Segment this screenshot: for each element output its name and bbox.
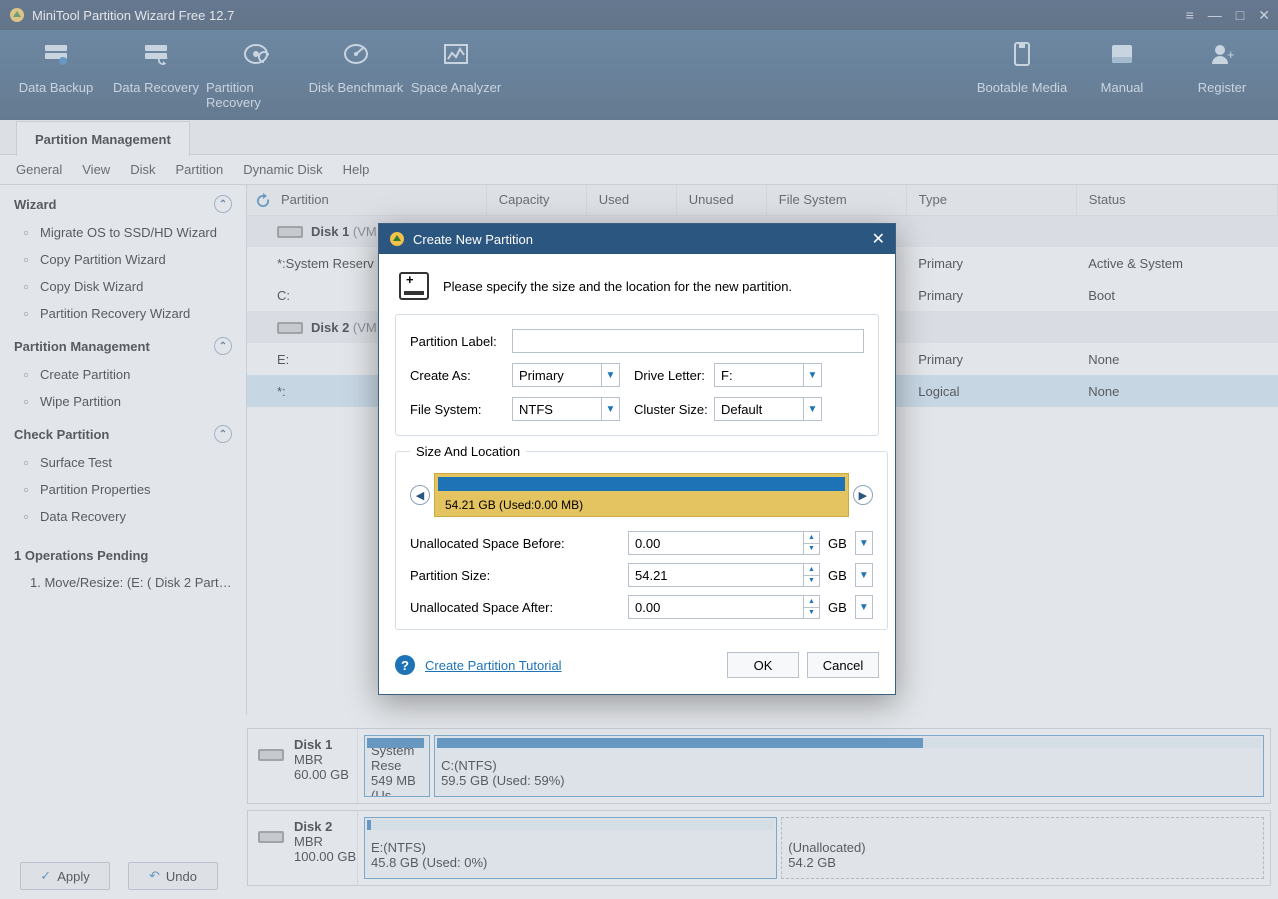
unit-dropdown[interactable]: ▼ bbox=[855, 595, 873, 619]
space-before-input[interactable]: 0.00▲▼ bbox=[628, 531, 820, 555]
create-partition-icon bbox=[399, 272, 429, 300]
create-partition-dialog: Create New Partition ✕ Please specify th… bbox=[378, 223, 896, 695]
space-before-label: Unallocated Space Before: bbox=[410, 536, 628, 551]
spin-up-icon[interactable]: ▲ bbox=[804, 532, 819, 544]
dialog-titlebar: Create New Partition ✕ bbox=[379, 224, 895, 254]
partition-size-input[interactable]: 54.21▲▼ bbox=[628, 563, 820, 587]
unit-dropdown[interactable]: ▼ bbox=[855, 563, 873, 587]
help-icon[interactable]: ? bbox=[395, 655, 415, 675]
space-after-input[interactable]: 0.00▲▼ bbox=[628, 595, 820, 619]
spin-down-icon[interactable]: ▼ bbox=[804, 576, 819, 587]
partition-slider[interactable]: 54.21 GB (Used:0.00 MB) bbox=[434, 473, 849, 517]
chevron-down-icon: ▼ bbox=[803, 364, 821, 386]
slider-left-button[interactable]: ◀ bbox=[410, 485, 430, 505]
size-location-legend: Size And Location bbox=[410, 444, 526, 459]
dialog-close-icon[interactable]: ✕ bbox=[872, 229, 885, 249]
file-system-label: File System: bbox=[410, 402, 512, 417]
spin-down-icon[interactable]: ▼ bbox=[804, 608, 819, 619]
slider-right-button[interactable]: ▶ bbox=[853, 485, 873, 505]
slider-label: 54.21 GB (Used:0.00 MB) bbox=[445, 498, 583, 512]
chevron-down-icon: ▼ bbox=[601, 398, 619, 420]
dialog-title: Create New Partition bbox=[413, 232, 533, 247]
create-as-select[interactable]: Primary▼ bbox=[512, 363, 620, 387]
dialog-icon bbox=[389, 231, 405, 247]
spin-up-icon[interactable]: ▲ bbox=[804, 596, 819, 608]
partition-label-label: Partition Label: bbox=[410, 334, 512, 349]
unit-dropdown[interactable]: ▼ bbox=[855, 531, 873, 555]
tutorial-link[interactable]: Create Partition Tutorial bbox=[425, 658, 562, 673]
create-as-label: Create As: bbox=[410, 368, 512, 383]
ok-button[interactable]: OK bbox=[727, 652, 799, 678]
dialog-description: Please specify the size and the location… bbox=[443, 279, 792, 294]
spin-up-icon[interactable]: ▲ bbox=[804, 564, 819, 576]
unit-label: GB bbox=[828, 600, 847, 615]
unit-label: GB bbox=[828, 568, 847, 583]
cluster-size-label: Cluster Size: bbox=[634, 402, 714, 417]
partition-size-label: Partition Size: bbox=[410, 568, 628, 583]
unit-label: GB bbox=[828, 536, 847, 551]
cluster-size-select[interactable]: Default▼ bbox=[714, 397, 822, 421]
partition-label-input[interactable] bbox=[512, 329, 864, 353]
spin-down-icon[interactable]: ▼ bbox=[804, 544, 819, 555]
chevron-down-icon: ▼ bbox=[601, 364, 619, 386]
space-after-label: Unallocated Space After: bbox=[410, 600, 628, 615]
drive-letter-label: Drive Letter: bbox=[634, 368, 714, 383]
cancel-button[interactable]: Cancel bbox=[807, 652, 879, 678]
chevron-down-icon: ▼ bbox=[803, 398, 821, 420]
drive-letter-select[interactable]: F:▼ bbox=[714, 363, 822, 387]
file-system-select[interactable]: NTFS▼ bbox=[512, 397, 620, 421]
